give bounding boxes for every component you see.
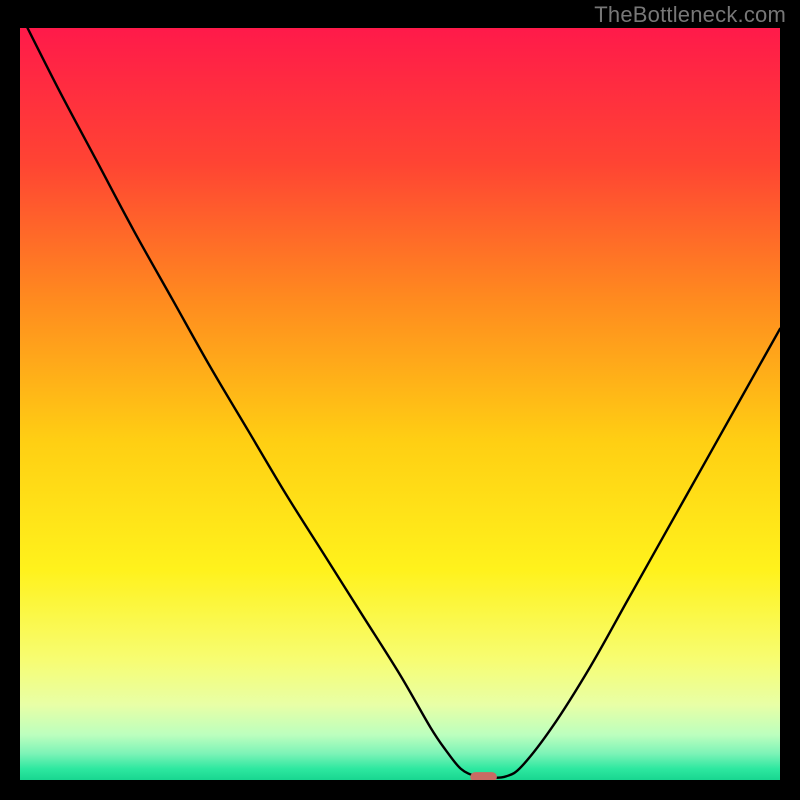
bottleneck-chart — [20, 28, 780, 780]
gradient-background — [20, 28, 780, 780]
optimal-marker — [470, 772, 497, 780]
chart-container: TheBottleneck.com — [0, 0, 800, 800]
plot-area — [20, 28, 780, 780]
watermark-text: TheBottleneck.com — [594, 2, 786, 28]
